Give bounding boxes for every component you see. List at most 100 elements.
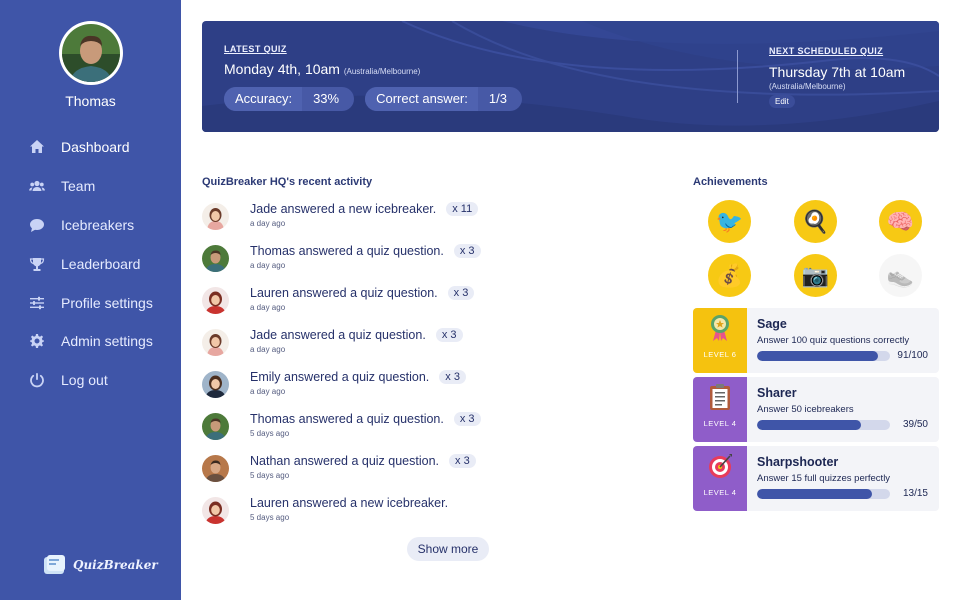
nav-item-profile-settings[interactable]: Profile settings bbox=[0, 283, 181, 322]
nav-item-icebreakers[interactable]: Icebreakers bbox=[0, 206, 181, 245]
accuracy-label: Accuracy: bbox=[224, 87, 303, 111]
camera-icon[interactable]: 📷 bbox=[794, 254, 837, 297]
achievement-progress-bar bbox=[757, 489, 890, 499]
next-quiz-title[interactable]: NEXT SCHEDULED QUIZ bbox=[769, 46, 905, 56]
accuracy-value: 33% bbox=[313, 91, 340, 106]
achievement-level-panel: LEVEL 6 bbox=[693, 308, 747, 373]
activity-count-badge: x 3 bbox=[453, 244, 481, 258]
activity-item: Jade answered a new icebreaker. x 11 a day… bbox=[202, 200, 642, 242]
member-avatar[interactable] bbox=[202, 287, 229, 314]
activity-item: Lauren answered a new icebreaker. 5 days … bbox=[202, 494, 642, 536]
nav-item-dashboard[interactable]: Dashboard bbox=[0, 128, 181, 167]
user-avatar[interactable] bbox=[59, 21, 123, 85]
activity-time: 5 days ago bbox=[250, 471, 290, 480]
achievements-title: Achievements bbox=[693, 176, 768, 188]
activity-time: a day ago bbox=[250, 261, 286, 270]
target-icon bbox=[705, 446, 735, 481]
achievement-level: LEVEL 4 bbox=[703, 488, 737, 497]
activity-time: a day ago bbox=[250, 387, 286, 396]
activity-item: Jade answered a quiz question. x 3 a day a… bbox=[202, 326, 642, 368]
activity-text: Nathan answered a quiz question. bbox=[250, 454, 440, 468]
activity-item: Thomas answered a quiz question. x 3 5 day… bbox=[202, 410, 642, 452]
activity-item: Emily answered a quiz question. x 3 a day … bbox=[202, 368, 642, 410]
gear-icon bbox=[29, 333, 45, 349]
activity-count-badge: x 3 bbox=[439, 370, 466, 384]
quizbreaker-logo-icon bbox=[44, 555, 65, 574]
rosette-icon bbox=[705, 308, 735, 343]
achievement-name: Sage bbox=[757, 317, 787, 331]
achievement-level: LEVEL 6 bbox=[703, 350, 737, 359]
achievement-level-panel: LEVEL 4 bbox=[693, 377, 747, 442]
activity-main: Nathan answered a quiz question. x 3 bbox=[250, 454, 476, 468]
nav-label: Dashboard bbox=[61, 139, 130, 156]
activity-count-badge: x 3 bbox=[453, 412, 481, 426]
member-avatar[interactable] bbox=[202, 329, 229, 356]
activity-main: Thomas answered a quiz question. x 3 bbox=[250, 244, 481, 258]
activity-time: a day ago bbox=[250, 303, 286, 312]
activity-main: Emily answered a quiz question. x 3 bbox=[250, 370, 466, 384]
next-quiz: NEXT SCHEDULED QUIZ Thursday 7th at 10am… bbox=[769, 46, 905, 109]
achievement-description: Answer 15 full quizzes perfectly bbox=[757, 473, 891, 484]
activity-main: Jade answered a new icebreaker. x 11 bbox=[250, 202, 479, 216]
achievement-name: Sharer bbox=[757, 386, 797, 400]
latest-timezone: (Australia/Melbourne) bbox=[343, 67, 421, 76]
nav-label: Icebreakers bbox=[61, 216, 135, 233]
quiz-banner: LATEST QUIZ Monday 4th, 10am (Australia/… bbox=[202, 21, 939, 132]
egg-icon[interactable]: 🍳 bbox=[794, 200, 837, 243]
achievement-card[interactable]: LEVEL 6 Sage Answer 100 quiz questions cor… bbox=[693, 308, 939, 373]
activity-main: Lauren answered a new icebreaker. bbox=[250, 496, 448, 510]
achievement-description: Answer 50 icebreakers bbox=[757, 404, 854, 415]
activity-text: Jade answered a quiz question. bbox=[250, 328, 426, 342]
power-icon bbox=[29, 372, 45, 388]
latest-quiz: LATEST QUIZ Monday 4th, 10am (Australia/… bbox=[224, 44, 420, 77]
member-avatar[interactable] bbox=[202, 245, 229, 272]
sidebar-nav: Dashboard Team Icebreakers Leaderboard P… bbox=[0, 128, 181, 400]
activity-count-badge: x 11 bbox=[446, 202, 479, 216]
nav-label: Profile settings bbox=[61, 294, 153, 311]
achievement-score: 91/100 bbox=[897, 350, 928, 361]
brain-icon[interactable]: 🧠 bbox=[879, 200, 922, 243]
achievement-progress-bar bbox=[757, 420, 890, 430]
banner-divider bbox=[737, 50, 738, 103]
achievement-card[interactable]: LEVEL 4 Sharpshooter Answer 15 full quizze… bbox=[693, 446, 939, 511]
show-more-button[interactable]: Show more bbox=[407, 537, 489, 561]
activity-main: Lauren answered a quiz question. x 3 bbox=[250, 286, 475, 300]
activity-text: Lauren answered a quiz question. bbox=[250, 286, 438, 300]
member-avatar[interactable] bbox=[202, 203, 229, 230]
nav-item-admin-settings[interactable]: Admin settings bbox=[0, 322, 181, 361]
activity-time: 5 days ago bbox=[250, 513, 290, 522]
activity-count-badge: x 3 bbox=[447, 286, 475, 300]
nav-item-team[interactable]: Team bbox=[0, 167, 181, 206]
activity-text: Thomas answered a quiz question. bbox=[250, 412, 444, 426]
achievement-progress-fill bbox=[757, 351, 879, 361]
activity-item: Lauren answered a quiz question. x 3 a day… bbox=[202, 284, 642, 326]
activity-list: Jade answered a new icebreaker. x 11 a day… bbox=[202, 200, 642, 536]
next-quiz-date: Thursday 7th at 10am bbox=[769, 64, 906, 80]
nav-item-log-out[interactable]: Log out bbox=[0, 361, 181, 400]
achievement-card[interactable]: LEVEL 4 Sharer Answer 50 icebreakers 39/50 bbox=[693, 377, 939, 442]
brand-logo[interactable]: QuizBreaker bbox=[43, 554, 158, 576]
achievement-level-panel: LEVEL 4 bbox=[693, 446, 747, 511]
nav-label: Team bbox=[61, 178, 96, 195]
member-avatar[interactable] bbox=[202, 455, 229, 482]
nav-label: Log out bbox=[61, 372, 108, 389]
sidebar: Thomas Dashboard Team Icebreakers Leader… bbox=[0, 0, 181, 600]
sneaker-icon[interactable]: 👟 bbox=[879, 254, 922, 297]
money-bag-icon[interactable]: 💰 bbox=[708, 254, 751, 297]
trophy-icon bbox=[29, 256, 45, 272]
users-icon bbox=[29, 178, 45, 194]
edit-schedule-button[interactable]: Edit bbox=[769, 95, 795, 108]
latest-quiz-title[interactable]: LATEST QUIZ bbox=[224, 44, 420, 54]
bird-icon[interactable]: 🐦 bbox=[708, 200, 751, 243]
nav-label: Leaderboard bbox=[61, 255, 141, 272]
achievement-progress-fill bbox=[757, 489, 873, 499]
clipboard-icon bbox=[705, 377, 735, 412]
member-avatar[interactable] bbox=[202, 413, 229, 440]
achievement-score: 39/50 bbox=[902, 419, 928, 430]
member-avatar[interactable] bbox=[202, 371, 229, 398]
next-timezone: (Australia/Melbourne) bbox=[769, 82, 846, 91]
nav-item-leaderboard[interactable]: Leaderboard bbox=[0, 244, 181, 283]
member-avatar[interactable] bbox=[202, 497, 229, 524]
activity-main: Thomas answered a quiz question. x 3 bbox=[250, 412, 481, 426]
activity-text: Thomas answered a quiz question. bbox=[250, 244, 444, 258]
